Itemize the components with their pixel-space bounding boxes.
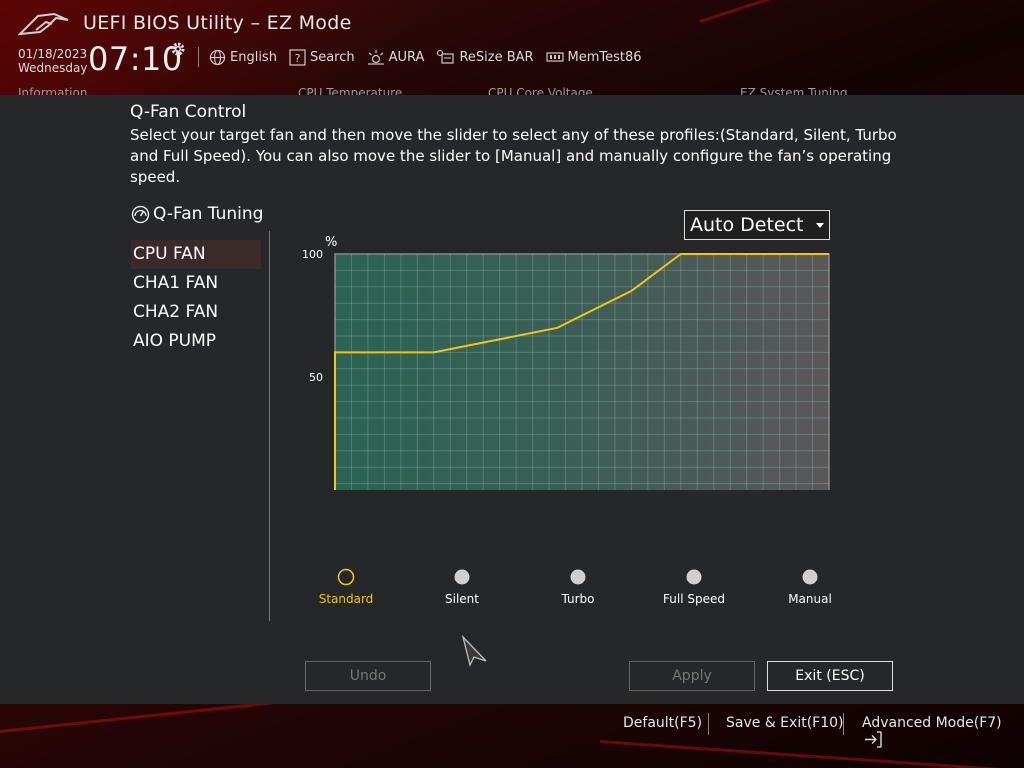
apply-button[interactable]: Apply [629, 661, 755, 691]
header: UEFI BIOS Utility – EZ Mode 01/18/2023 W… [0, 0, 1024, 100]
profile-label: Manual [788, 592, 832, 606]
qfan-dialog: Q-Fan Control Select your target fan and… [0, 95, 1024, 704]
profile-label: Silent [445, 592, 479, 606]
qfan-tuning-button[interactable]: Q-Fan Tuning [131, 204, 263, 224]
memtest-icon [545, 51, 564, 62]
profile-knob[interactable] [337, 568, 355, 586]
fan-item-aio-pump[interactable]: AIO PUMP [131, 327, 261, 356]
profile-option-full-speed[interactable]: Full Speed [663, 569, 725, 607]
svg-text:?: ? [295, 52, 301, 65]
memtest-label: MemTest86 [567, 49, 642, 65]
vertical-divider [269, 231, 270, 621]
advanced-mode-button[interactable]: Advanced Mode(F7) [862, 715, 1024, 749]
weekday-text: Wednesday [18, 61, 88, 75]
undo-button[interactable]: Undo [305, 661, 431, 691]
footer-separator [843, 713, 844, 735]
toolbar-separator [198, 47, 199, 67]
gear-icon[interactable] [169, 40, 187, 58]
aura-button[interactable]: AURA [367, 49, 425, 66]
mouse-cursor-icon [461, 635, 487, 667]
search-label: Search [309, 49, 355, 65]
toolbar: English ? Search AURA ReSize BAR MemTest… [198, 46, 654, 68]
profile-knob[interactable] [570, 569, 586, 585]
profile-option-silent[interactable]: Silent [445, 569, 479, 607]
gauge-icon [131, 205, 150, 223]
profile-label: Full Speed [663, 592, 725, 606]
footer: Default(F5) Save & Exit(F10) Advanced Mo… [0, 704, 1024, 768]
chevron-down-icon [816, 223, 824, 228]
footer-separator [708, 713, 709, 735]
profile-label: Turbo [560, 592, 594, 606]
rog-logo-icon [18, 12, 69, 36]
aura-label: AURA [388, 49, 425, 65]
resize-bar-label: ReSize BAR [459, 49, 534, 65]
resize-bar-button[interactable]: ReSize BAR [436, 49, 534, 66]
advanced-mode-label: Advanced Mode(F7) [862, 715, 1002, 731]
globe-icon [209, 49, 226, 65]
profile-option-standard[interactable]: Standard [319, 568, 374, 607]
profile-knob[interactable] [802, 569, 818, 585]
fan-curve-chart[interactable]: 0307010050100 % ℃ [295, 230, 865, 490]
profile-knob[interactable] [454, 569, 470, 585]
fan-item-cha1-fan[interactable]: CHA1 FAN [131, 269, 261, 298]
profile-option-manual[interactable]: Manual [788, 569, 832, 607]
dialog-title: Q-Fan Control [130, 102, 247, 122]
resize-bar-icon [437, 49, 455, 64]
exit-button[interactable]: Exit (ESC) [767, 661, 893, 691]
default-button[interactable]: Default(F5) [623, 715, 702, 731]
date-display: 01/18/2023 Wednesday [18, 47, 87, 75]
search-button[interactable]: ? Search [289, 48, 355, 66]
y-tick-label: 100 [302, 248, 323, 261]
save-exit-button[interactable]: Save & Exit(F10) [726, 715, 843, 731]
date-text: 01/18/2023 [18, 47, 88, 61]
qfan-tuning-label: Q-Fan Tuning [153, 204, 264, 224]
page-title: UEFI BIOS Utility – EZ Mode [83, 12, 352, 34]
memtest-button[interactable]: MemTest86 [545, 49, 642, 66]
aura-icon [367, 49, 384, 65]
profile-slider[interactable]: Standard Silent Turbo Full Speed Manual [300, 560, 860, 610]
fan-item-cpu-fan[interactable]: CPU FAN [131, 240, 261, 269]
language-label: English [230, 49, 277, 65]
exit-arrow-icon [865, 731, 882, 748]
y-unit-label: % [325, 235, 337, 250]
y-tick-label: 50 [309, 371, 323, 384]
dialog-description: Select your target fan and then move the… [130, 126, 897, 186]
profile-label: Standard [319, 592, 374, 606]
language-button[interactable]: English [209, 49, 277, 66]
search-icon: ? [289, 48, 306, 66]
profile-option-turbo[interactable]: Turbo [560, 569, 595, 607]
fan-item-cha2-fan[interactable]: CHA2 FAN [131, 298, 261, 327]
profile-knob[interactable] [686, 569, 702, 585]
fan-list: CPU FAN CHA1 FAN CHA2 FAN AIO PUMP [131, 240, 261, 356]
